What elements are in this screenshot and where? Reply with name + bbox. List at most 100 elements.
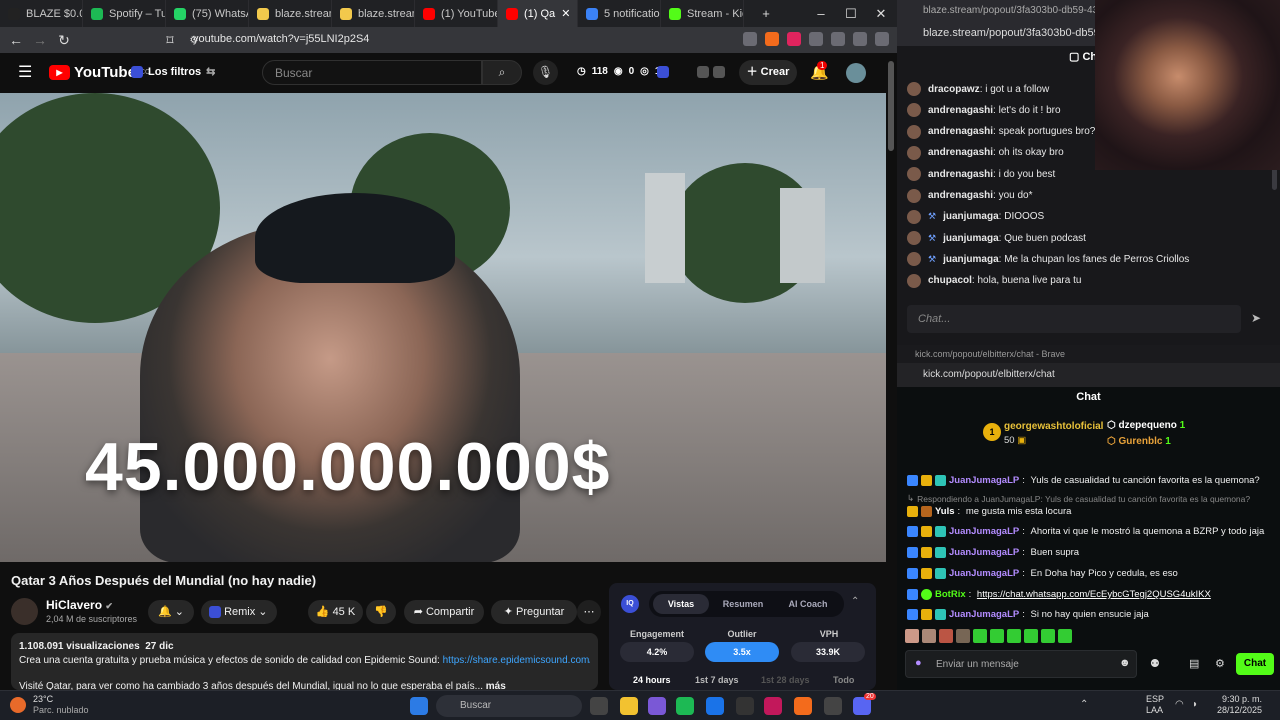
mic-icon[interactable]: 🎙 — [533, 60, 558, 85]
tab-vistas[interactable]: Vistas — [653, 594, 709, 614]
brave-icon[interactable] — [794, 697, 812, 715]
description-link[interactable]: https://share.epidemicsound.com/clave... — [443, 655, 590, 666]
minimize-icon[interactable]: – — [806, 0, 836, 27]
filters-button[interactable]: Los filtros ⇆ — [131, 65, 215, 78]
task-view-icon[interactable] — [590, 697, 608, 715]
maximize-icon[interactable]: ☐ — [836, 0, 866, 27]
channel-name[interactable]: HiClavero ✔ — [46, 598, 113, 612]
edge-icon[interactable] — [706, 697, 724, 715]
clock-time[interactable]: 9:30 p. m. — [1212, 694, 1262, 704]
emoji-icon[interactable]: ☻ — [1119, 657, 1131, 669]
dislike-button[interactable]: 👎 — [366, 600, 396, 624]
user-avatar[interactable] — [907, 231, 921, 246]
users-icon[interactable]: ⚉ — [1150, 657, 1160, 670]
chat-username[interactable]: JuanJumagaLP — [949, 475, 1019, 486]
user-avatar[interactable] — [907, 167, 921, 182]
tab-ai-coach[interactable]: AI Coach — [777, 593, 839, 615]
browser-tab[interactable]: Stream - Kick — [661, 0, 744, 27]
search-button[interactable]: ⌕ — [482, 60, 522, 85]
period-tab[interactable]: 1st 7 days — [695, 675, 739, 685]
chat-username[interactable]: juanjumaga — [943, 254, 999, 265]
scrollbar[interactable] — [888, 61, 894, 151]
user-avatar[interactable] — [907, 145, 921, 160]
windows-start-icon[interactable] — [410, 697, 428, 715]
tab-close-icon[interactable]: ✕ — [561, 7, 570, 20]
language[interactable]: ESP — [1146, 694, 1164, 704]
avatar[interactable] — [846, 63, 866, 83]
like-button[interactable]: 👍 45 K — [308, 600, 363, 624]
chat-username[interactable]: JuanJumagaLP — [949, 547, 1019, 558]
taskbar-search[interactable]: Buscar — [436, 695, 582, 717]
user-avatar[interactable] — [907, 209, 921, 224]
share-button[interactable]: ➦ Compartir — [404, 600, 484, 624]
vidiq-icon[interactable] — [657, 66, 669, 78]
user-avatar[interactable] — [907, 273, 921, 288]
trophy-icon[interactable] — [697, 66, 709, 78]
region[interactable]: LAA — [1146, 705, 1163, 715]
period-tab[interactable]: 1st 28 days — [761, 675, 810, 685]
mic-icon[interactable]: ● — [915, 657, 922, 669]
more-options-icon[interactable]: ⋯ — [577, 600, 601, 624]
new-tab-button[interactable]: + — [751, 0, 781, 27]
browser-tab[interactable]: (75) WhatsApp — [166, 0, 249, 27]
channel-avatar[interactable] — [11, 598, 38, 625]
period-tab[interactable]: 24 hours — [633, 675, 671, 685]
brave-shield-icon[interactable] — [765, 32, 779, 46]
spotify-icon[interactable] — [676, 697, 694, 715]
chat-username[interactable]: andrenagashi — [928, 147, 993, 158]
emote-icon[interactable] — [973, 629, 987, 643]
reload-icon[interactable]: ↻ — [54, 32, 74, 49]
emote-icon[interactable] — [956, 629, 970, 643]
extension-icon[interactable] — [743, 32, 757, 46]
chat-username[interactable]: JuanJumagaLP — [949, 568, 1019, 579]
user-avatar[interactable] — [907, 252, 921, 267]
hamburger-icon[interactable]: ☰ — [18, 62, 32, 82]
subscribed-bell-button[interactable]: 🔔 ⌄ — [148, 600, 194, 624]
forward-icon[interactable]: → — [30, 32, 50, 48]
browser-tab[interactable]: 5 notifications — [578, 0, 661, 27]
user-avatar[interactable] — [907, 82, 921, 96]
chat-text[interactable]: https://chat.whatsapp.com/EcEybcGTegj2QU… — [977, 589, 1211, 600]
store-icon[interactable]: ▤ — [1189, 657, 1199, 670]
sidebar-icon[interactable] — [853, 32, 867, 46]
tray-chevron-icon[interactable]: ⌃ — [1080, 699, 1088, 710]
edit-icon[interactable] — [713, 66, 725, 78]
chat-username[interactable]: Yuls — [935, 506, 955, 517]
chat-username[interactable]: juanjumaga — [943, 211, 999, 222]
chat-username[interactable]: BotRix — [935, 589, 966, 600]
ask-button[interactable]: ✦ Preguntar — [491, 600, 577, 624]
chat-username[interactable]: juanjumaga — [943, 233, 999, 244]
user-avatar[interactable] — [907, 188, 921, 203]
browser-tab[interactable]: (1) YouTube — [415, 0, 498, 27]
store-icon[interactable] — [736, 697, 754, 715]
chat-username[interactable]: JuanJumagaLP — [949, 609, 1019, 620]
volume-icon[interactable]: ◗ — [1192, 699, 1198, 710]
chat-username[interactable]: chupacol — [928, 275, 972, 286]
create-button[interactable]: ＋ Crear — [739, 60, 797, 85]
wifi-icon[interactable]: ◠ — [1175, 699, 1184, 710]
emote-icon[interactable] — [990, 629, 1004, 643]
browser-tab[interactable]: blaze.stream/f — [332, 0, 415, 27]
app-icon[interactable] — [764, 697, 782, 715]
back-icon[interactable]: ← — [6, 32, 26, 48]
emote-icon[interactable] — [905, 629, 919, 643]
send-chat-button[interactable]: Chat — [1236, 653, 1274, 675]
video-player[interactable]: 45.000.000.000$ — [0, 93, 886, 562]
app-icon[interactable] — [824, 697, 842, 715]
browser-tab[interactable]: BLAZE $0.004 — [0, 0, 83, 27]
message-input[interactable]: Enviar un mensaje — [905, 650, 1137, 678]
browser-tab[interactable]: Spotify – Tus — [83, 0, 166, 27]
user-avatar[interactable] — [907, 103, 921, 118]
clock-date[interactable]: 28/12/2025 — [1212, 705, 1262, 715]
app-icon[interactable] — [648, 697, 666, 715]
send-icon[interactable]: ➤ — [1251, 311, 1261, 325]
chat-username[interactable]: JuanJumagaLP — [949, 526, 1019, 537]
chat-username[interactable]: andrenagashi — [928, 105, 993, 116]
video-description[interactable]: 1.108.091 visualizaciones 27 dic Crea un… — [11, 633, 598, 692]
url-field[interactable]: youtube.com/watch?v=j55LNI2p2S4 — [193, 33, 369, 45]
chat-username[interactable]: dracopawz — [928, 84, 980, 95]
chat-username[interactable]: andrenagashi — [928, 126, 993, 137]
tab-resumen[interactable]: Resumen — [715, 593, 771, 615]
chevron-up-icon[interactable]: ⌃ — [851, 596, 859, 607]
file-explorer-icon[interactable] — [620, 697, 638, 715]
